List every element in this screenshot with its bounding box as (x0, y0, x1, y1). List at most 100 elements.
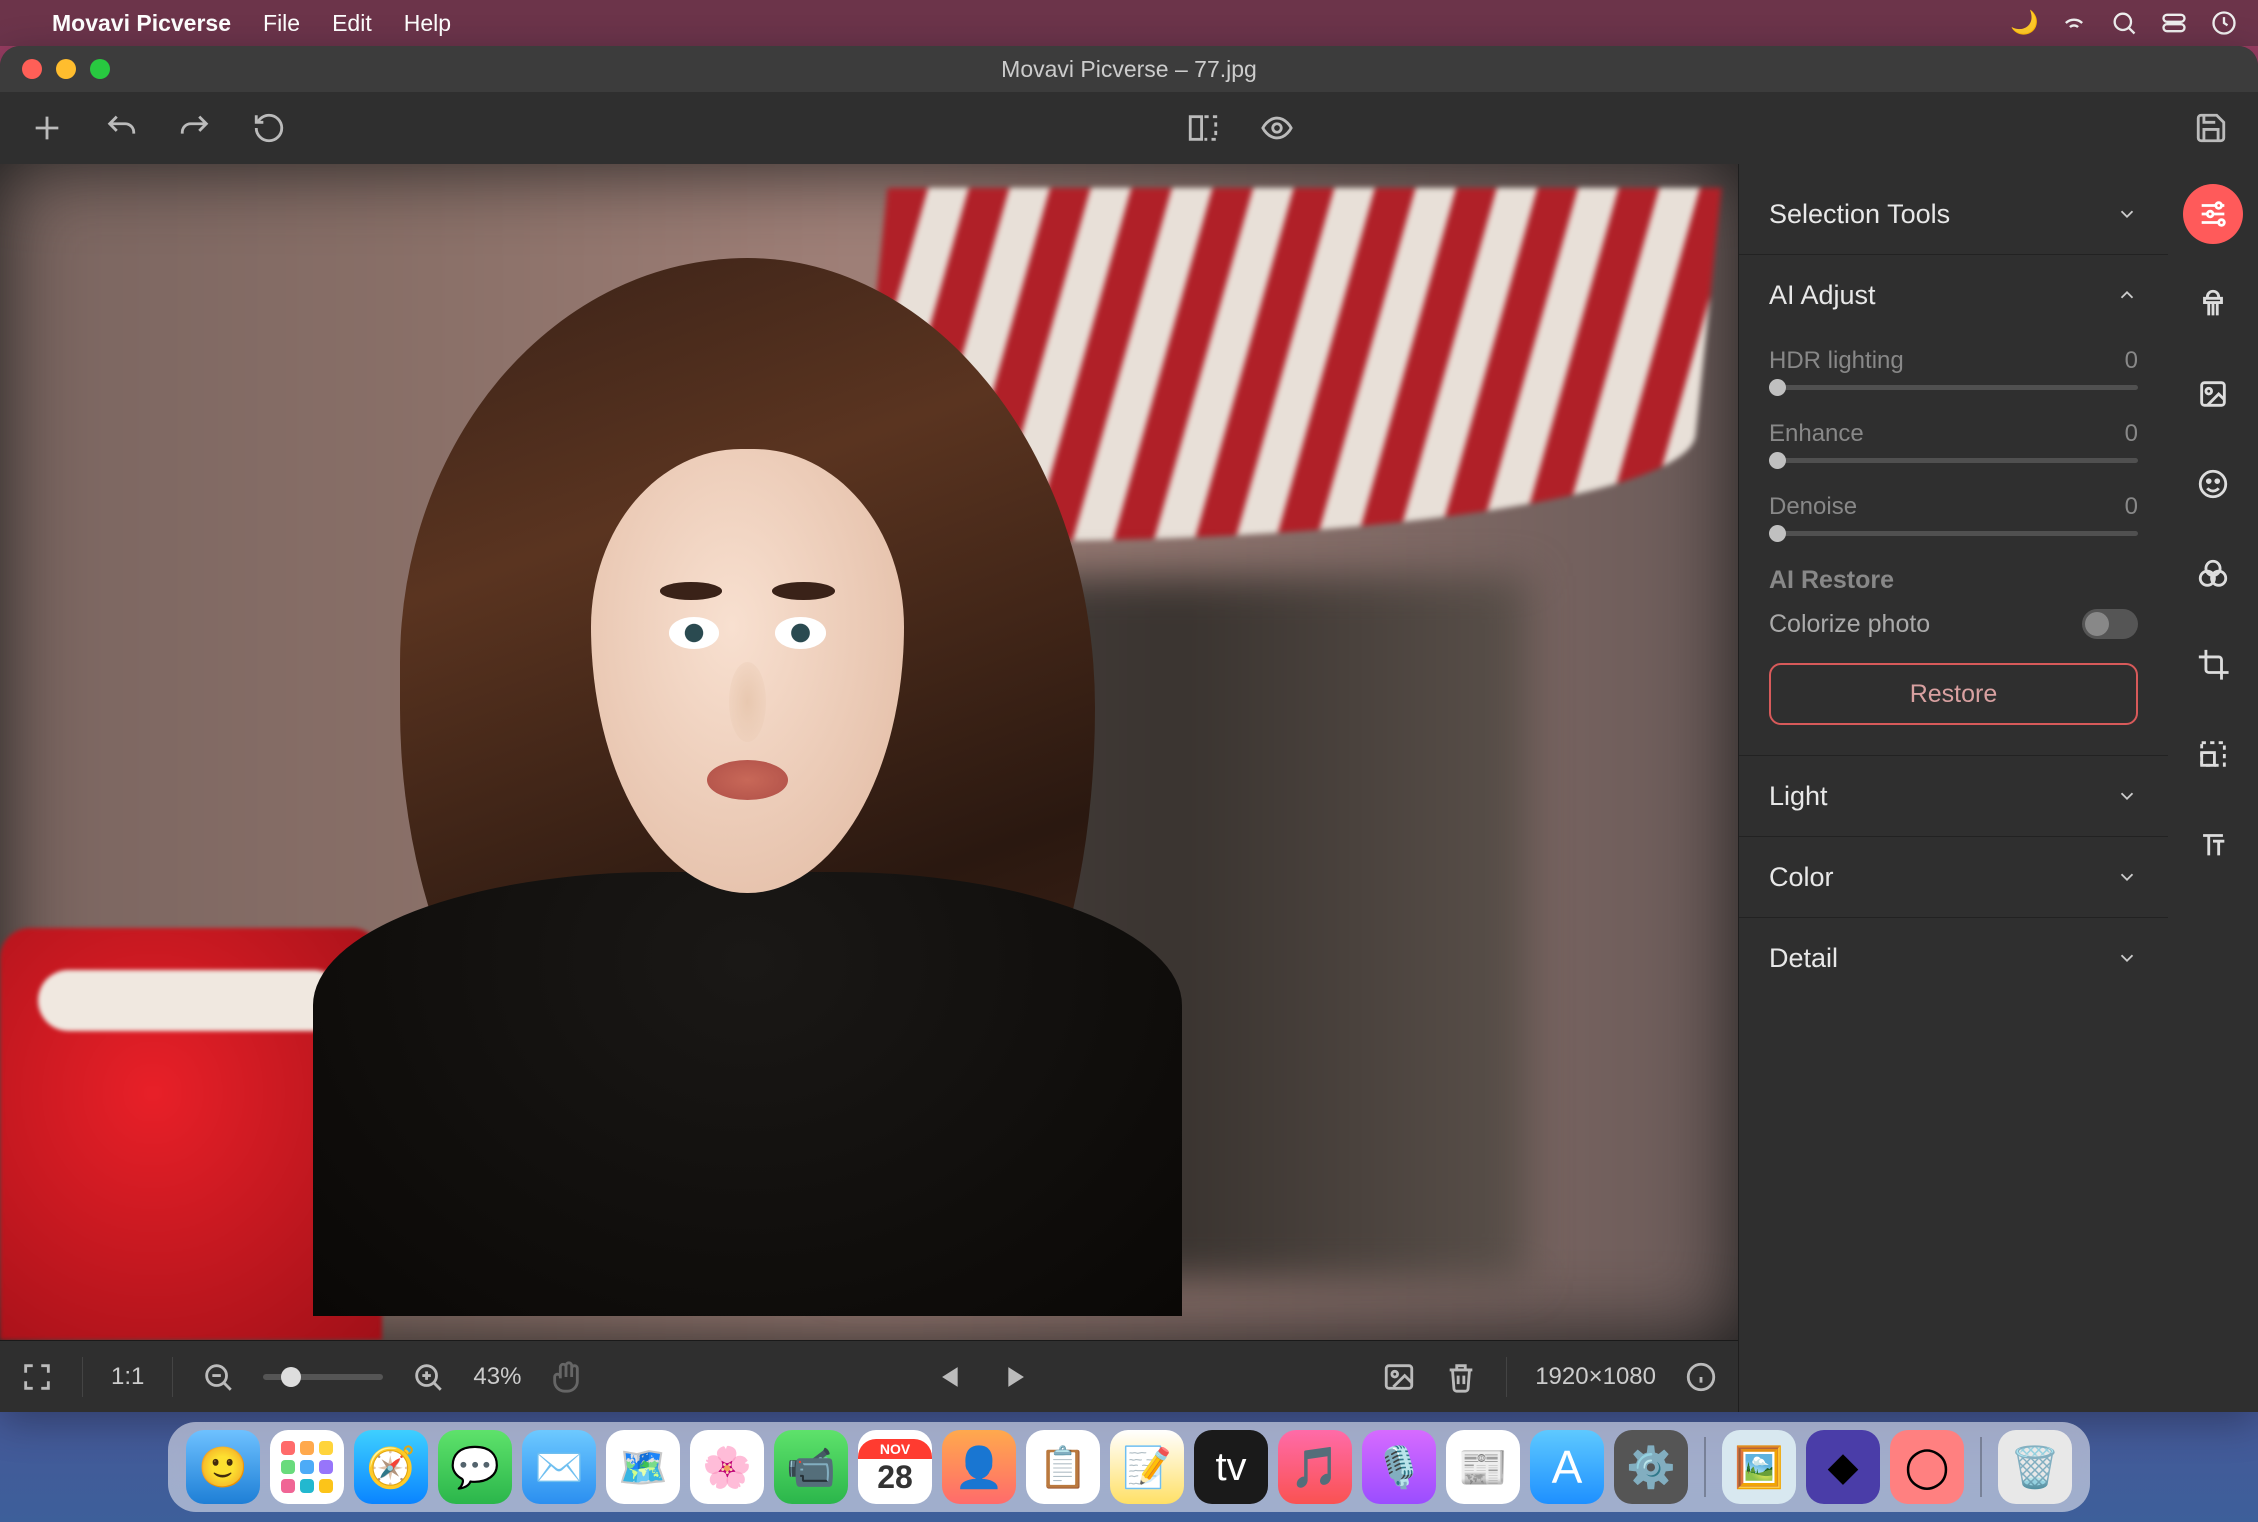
dock-safari[interactable]: 🧭 (354, 1430, 428, 1504)
chevron-down-icon (2116, 203, 2138, 225)
window-controls (22, 59, 110, 79)
macos-menubar: Movavi Picverse File Edit Help 🌙 (0, 0, 2258, 46)
zoom-in-icon[interactable] (411, 1360, 445, 1394)
colorize-toggle-row: Colorize photo (1769, 609, 2138, 639)
preview-eye-icon[interactable] (1260, 111, 1294, 145)
canvas-view[interactable] (0, 164, 1738, 1340)
dock-facetime[interactable]: 📹 (774, 1430, 848, 1504)
dock-notes[interactable]: 📝 (1110, 1430, 1184, 1504)
slider-denoise[interactable]: Denoise0 (1769, 493, 2138, 536)
section-label: Color (1769, 862, 1834, 893)
dock-podcasts[interactable]: 🎙️ (1362, 1430, 1436, 1504)
top-toolbar (0, 92, 2258, 164)
reset-button[interactable] (252, 111, 286, 145)
next-image-button[interactable] (997, 1360, 1031, 1394)
dock-mail[interactable]: ✉️ (522, 1430, 596, 1504)
tool-resize[interactable] (2183, 724, 2243, 784)
menu-edit[interactable]: Edit (332, 10, 372, 37)
dock-trash[interactable]: 🗑️ (1998, 1430, 2072, 1504)
maximize-button[interactable] (90, 59, 110, 79)
dock-messages[interactable]: 💬 (438, 1430, 512, 1504)
dock-finder[interactable]: 🙂 (186, 1430, 260, 1504)
dock-picverse[interactable]: ◯ (1890, 1430, 1964, 1504)
moon-icon[interactable]: 🌙 (2010, 9, 2038, 37)
prev-image-button[interactable] (935, 1360, 969, 1394)
chevron-down-icon (2116, 866, 2138, 888)
dock-preview[interactable]: 🖼️ (1722, 1430, 1796, 1504)
section-ai-adjust[interactable]: AI Adjust (1769, 255, 2138, 335)
redo-button[interactable] (178, 111, 212, 145)
image-dimensions: 1920×1080 (1535, 1363, 1656, 1391)
window-title: Movavi Picverse – 77.jpg (1001, 56, 1257, 83)
gallery-icon[interactable] (1382, 1360, 1416, 1394)
compare-icon[interactable] (1186, 111, 1220, 145)
titlebar: Movavi Picverse – 77.jpg (0, 46, 2258, 92)
zoom-out-icon[interactable] (201, 1360, 235, 1394)
zoom-percent: 43% (473, 1363, 521, 1391)
tool-face[interactable] (2183, 454, 2243, 514)
tool-text[interactable] (2183, 814, 2243, 874)
fullscreen-icon[interactable] (20, 1360, 54, 1394)
control-center-icon[interactable] (2160, 9, 2188, 37)
main-area: 1:1 43% 1920×1080 Selec (0, 164, 2258, 1412)
section-label: Light (1769, 781, 1828, 812)
dock-photos[interactable]: 🌸 (690, 1430, 764, 1504)
minimize-button[interactable] (56, 59, 76, 79)
restore-button[interactable]: Restore (1769, 663, 2138, 725)
menubar-status-icons: 🌙 (2010, 9, 2238, 37)
chevron-up-icon (2116, 284, 2138, 306)
colorize-toggle[interactable] (2082, 609, 2138, 639)
dock-appstore[interactable]: A (1530, 1430, 1604, 1504)
tool-effects[interactable] (2183, 364, 2243, 424)
dock-settings[interactable]: ⚙️ (1614, 1430, 1688, 1504)
canvas-area: 1:1 43% 1920×1080 (0, 164, 1738, 1412)
macos-dock: 🙂 🧭 💬 ✉️ 🗺️ 🌸 📹 NOV 28 👤 📋 📝 tv 🎵 🎙️ 📰 A… (168, 1422, 2090, 1512)
tool-retouch[interactable] (2183, 274, 2243, 334)
app-window: Movavi Picverse – 77.jpg (0, 46, 2258, 1412)
side-panel: Selection Tools AI Adjust HDR lighting0 (1738, 164, 2168, 1412)
dock-music[interactable]: 🎵 (1278, 1430, 1352, 1504)
spotlight-icon[interactable] (2110, 9, 2138, 37)
section-color[interactable]: Color (1769, 837, 2138, 917)
dock-news[interactable]: 📰 (1446, 1430, 1520, 1504)
section-selection-tools[interactable]: Selection Tools (1769, 174, 2138, 254)
chevron-down-icon (2116, 947, 2138, 969)
dock-launchpad[interactable] (270, 1430, 344, 1504)
dock-reminders[interactable]: 📋 (1026, 1430, 1100, 1504)
section-label: Selection Tools (1769, 199, 1950, 230)
dock-app-1[interactable]: ◆ (1806, 1430, 1880, 1504)
tool-crop[interactable] (2183, 634, 2243, 694)
dock-calendar[interactable]: NOV 28 (858, 1430, 932, 1504)
save-button[interactable] (2194, 111, 2228, 145)
right-sidebar (2168, 164, 2258, 1412)
dock-appletv[interactable]: tv (1194, 1430, 1268, 1504)
info-icon[interactable] (1684, 1360, 1718, 1394)
chevron-down-icon (2116, 785, 2138, 807)
delete-icon[interactable] (1444, 1360, 1478, 1394)
dock-maps[interactable]: 🗺️ (606, 1430, 680, 1504)
tool-filters[interactable] (2183, 544, 2243, 604)
undo-button[interactable] (104, 111, 138, 145)
slider-enhance[interactable]: Enhance0 (1769, 420, 2138, 463)
section-label: AI Adjust (1769, 280, 1876, 311)
section-label: Detail (1769, 943, 1838, 974)
status-bar: 1:1 43% 1920×1080 (0, 1340, 1738, 1412)
ai-adjust-body: HDR lighting0 Enhance0 Denoise0 AI Resto… (1769, 347, 2138, 755)
section-light[interactable]: Light (1769, 756, 2138, 836)
pan-hand-icon[interactable] (549, 1360, 583, 1394)
section-detail[interactable]: Detail (1769, 918, 2138, 998)
dock-contacts[interactable]: 👤 (942, 1430, 1016, 1504)
zoom-slider[interactable] (263, 1374, 383, 1380)
menu-help[interactable]: Help (404, 10, 451, 37)
menu-file[interactable]: File (263, 10, 300, 37)
edited-image (0, 164, 1738, 1340)
tool-adjust[interactable] (2183, 184, 2243, 244)
wifi-icon[interactable] (2060, 9, 2088, 37)
add-button[interactable] (30, 111, 64, 145)
slider-hdr-lighting[interactable]: HDR lighting0 (1769, 347, 2138, 390)
zoom-ratio[interactable]: 1:1 (111, 1363, 144, 1391)
clock-icon[interactable] (2210, 9, 2238, 37)
app-name[interactable]: Movavi Picverse (52, 10, 231, 37)
ai-restore-subheader: AI Restore (1769, 566, 2138, 595)
close-button[interactable] (22, 59, 42, 79)
